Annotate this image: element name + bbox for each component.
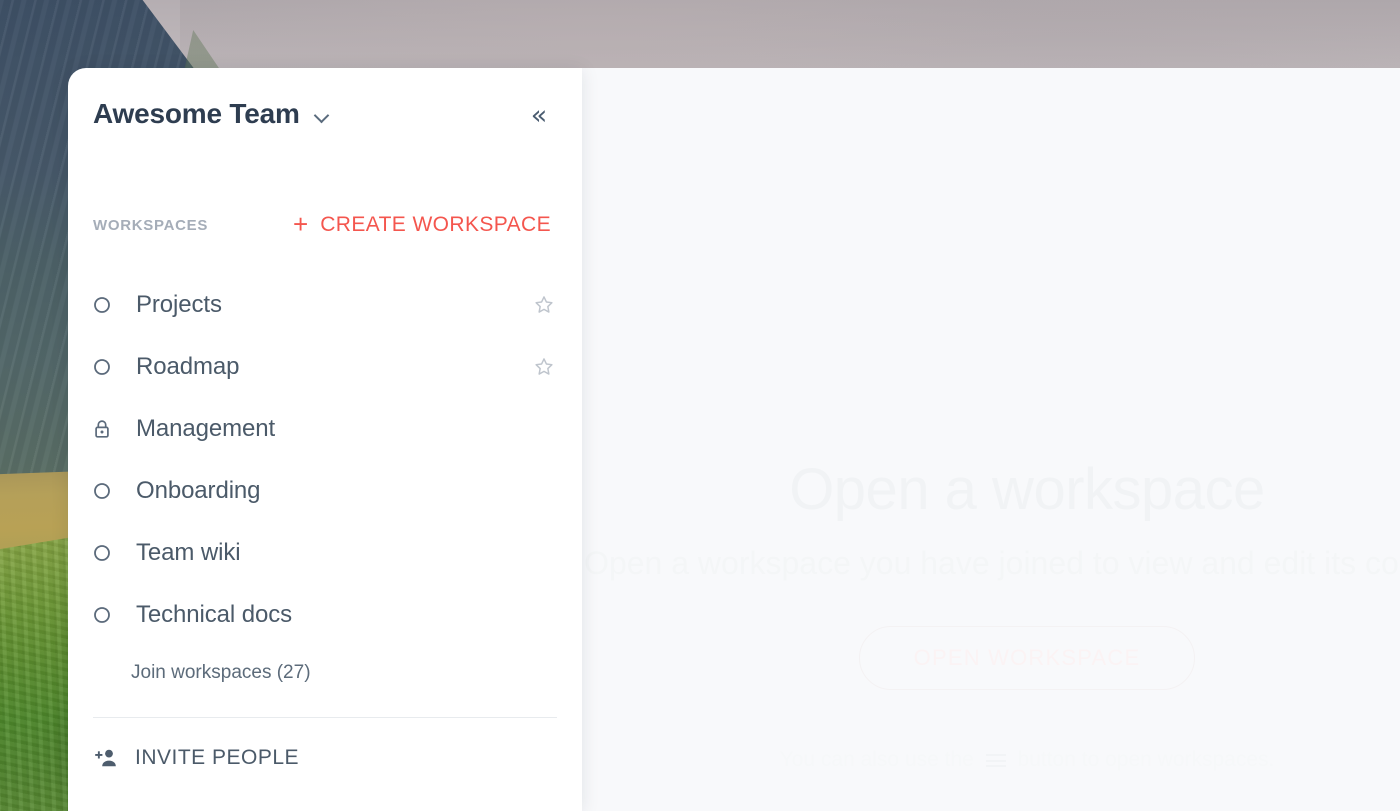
collapse-sidebar-button[interactable]: « <box>522 98 556 132</box>
empty-state-title: Open a workspace <box>789 457 1265 522</box>
plus-icon: + <box>293 209 309 239</box>
person-add-icon <box>93 745 119 771</box>
hamburger-menu-icon <box>985 754 1006 768</box>
favorite-star-icon[interactable] <box>531 292 557 318</box>
workspace-item-technical-docs[interactable]: Technical docs <box>93 584 557 646</box>
open-workspace-button[interactable]: OPEN WORKSPACE <box>858 626 1196 691</box>
empty-state-hint-before: You can also use the <box>779 748 974 772</box>
workspace-item-management[interactable]: Management <box>93 398 557 460</box>
workspaces-label: WORKSPACES <box>93 216 209 234</box>
workspace-name: Onboarding <box>136 477 261 504</box>
workspace-item-team-wiki[interactable]: Team wiki <box>93 522 557 584</box>
circle-icon <box>93 606 119 624</box>
empty-state: Open a workspace Open a workspace you ha… <box>582 68 1400 772</box>
workspace-name: Technical docs <box>136 601 293 628</box>
workspace-item-roadmap[interactable]: Roadmap <box>93 336 557 398</box>
circle-icon <box>93 358 119 376</box>
workspace-item-projects[interactable]: Projects <box>93 274 557 336</box>
workspace-list: Projects Roadmap Management Onboarding T… <box>68 274 582 646</box>
workspaces-section-header: WORKSPACES + CREATE WORKSPACE <box>68 202 582 248</box>
workspace-item-onboarding[interactable]: Onboarding <box>93 460 557 522</box>
lock-icon <box>93 419 119 439</box>
workspace-name: Roadmap <box>136 353 240 380</box>
workspace-name: Management <box>136 415 276 442</box>
create-workspace-button[interactable]: + CREATE WORKSPACE <box>293 209 552 239</box>
create-workspace-label: CREATE WORKSPACE <box>320 213 552 236</box>
invite-people-button[interactable]: INVITE PEOPLE <box>68 718 582 771</box>
join-workspaces-row: Join workspaces (27) <box>68 646 582 684</box>
app-root: Open a workspace Open a workspace you ha… <box>0 0 1400 811</box>
join-workspaces-link[interactable]: Join workspaces (27) <box>131 662 311 683</box>
chevron-down-icon <box>314 108 330 124</box>
circle-icon <box>93 544 119 562</box>
sidebar: Awesome Team « WORKSPACES + CREATE WORKS… <box>68 68 582 811</box>
workspace-name: Team wiki <box>136 539 241 566</box>
workspace-name: Projects <box>136 291 222 318</box>
team-name: Awesome Team <box>93 98 300 129</box>
favorite-star-icon[interactable] <box>531 354 557 380</box>
circle-icon <box>93 296 119 314</box>
circle-icon <box>93 482 119 500</box>
main-content-panel: Open a workspace Open a workspace you ha… <box>582 68 1400 811</box>
empty-state-subtitle: Open a workspace you have joined to view… <box>584 544 1400 581</box>
empty-state-hint-after: button to open workspaces. <box>1017 748 1275 772</box>
empty-state-hint: You can also use the button to open work… <box>582 748 1400 772</box>
sidebar-header: Awesome Team « <box>68 68 582 160</box>
team-switcher[interactable]: Awesome Team <box>93 98 330 130</box>
invite-people-label: INVITE PEOPLE <box>135 746 300 769</box>
